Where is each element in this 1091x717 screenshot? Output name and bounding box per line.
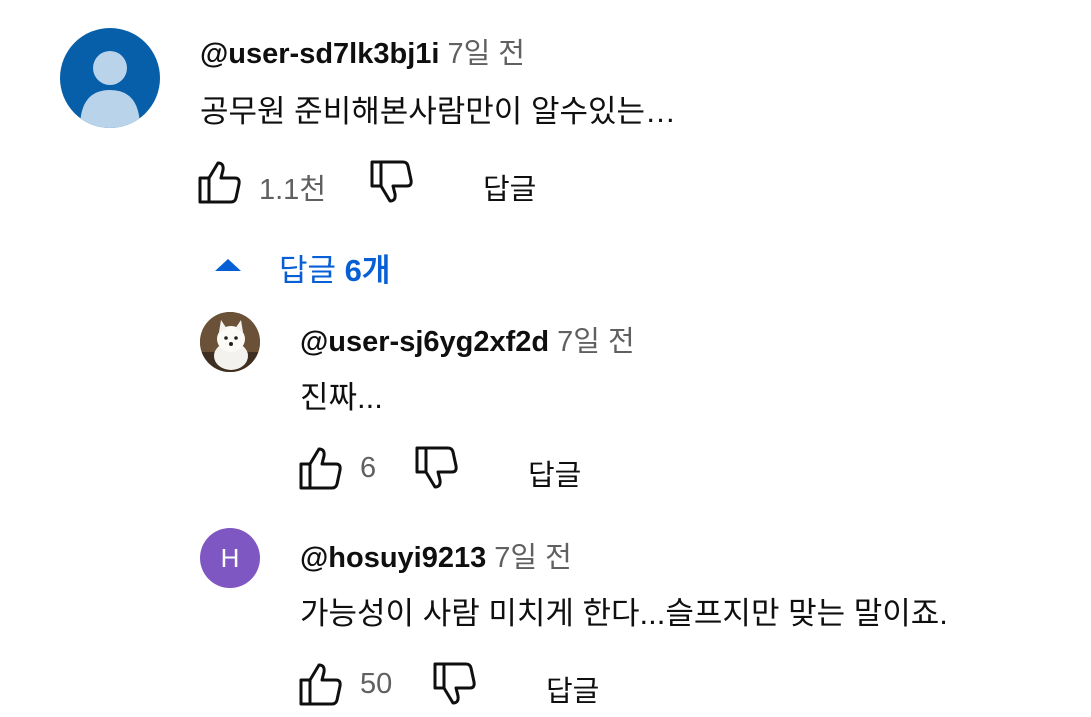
avatar[interactable] xyxy=(60,28,160,128)
comment-author[interactable]: @user-sd7lk3bj1i xyxy=(200,38,439,70)
like-button[interactable] xyxy=(296,444,344,492)
reply-text: 진짜... xyxy=(300,380,383,415)
replies-toggle-label: 답글 xyxy=(279,253,345,288)
default-avatar-icon xyxy=(80,51,140,128)
collapse-arrow-icon xyxy=(215,259,241,271)
dislike-icon xyxy=(370,160,413,203)
reply-author[interactable]: @hosuyi9213 xyxy=(300,542,486,574)
reply-header: @hosuyi9213 7일 전 xyxy=(300,534,572,576)
reply-author[interactable]: @user-sj6yg2xf2d xyxy=(300,326,549,358)
avatar-letter: H xyxy=(220,542,240,573)
like-button[interactable] xyxy=(296,660,344,708)
reply-button[interactable]: 답글 xyxy=(528,452,581,494)
comment-toolbar: 1.1천 답글 xyxy=(195,158,595,206)
reply-time[interactable]: 7일 전 xyxy=(557,326,635,358)
dog-photo-avatar xyxy=(200,312,260,372)
comment-time[interactable]: 7일 전 xyxy=(447,38,525,70)
like-count: 50 xyxy=(360,668,393,700)
like-count: 6 xyxy=(360,452,377,484)
like-icon xyxy=(299,447,342,490)
reply-time[interactable]: 7일 전 xyxy=(494,542,572,574)
dislike-icon xyxy=(415,446,458,489)
dislike-button[interactable] xyxy=(430,660,478,708)
reply-toolbar: 50 답글 xyxy=(296,660,656,708)
reply-button[interactable]: 답글 xyxy=(546,668,599,710)
replies-count: 6개 xyxy=(344,253,391,288)
like-icon xyxy=(299,663,342,706)
like-count: 1.1천 xyxy=(259,174,326,206)
reply-header: @user-sj6yg2xf2d 7일 전 xyxy=(300,318,635,360)
like-button[interactable] xyxy=(195,158,243,206)
reply-avatar[interactable]: H xyxy=(200,528,260,588)
reply-toolbar: 6 답글 xyxy=(296,444,656,492)
like-icon xyxy=(198,161,241,204)
comment-text: 공무원 준비해본사람만이 알수있는… xyxy=(200,94,677,129)
reply-button[interactable]: 답글 xyxy=(483,166,536,208)
dislike-button[interactable] xyxy=(367,158,415,206)
reply-text: 가능성이 사람 미치게 한다...슬프지만 맞는 말이죠. xyxy=(300,596,948,631)
reply-avatar[interactable] xyxy=(200,312,260,372)
dislike-button[interactable] xyxy=(412,444,460,492)
comment-header: @user-sd7lk3bj1i 7일 전 xyxy=(200,30,525,72)
dislike-icon xyxy=(433,662,476,705)
